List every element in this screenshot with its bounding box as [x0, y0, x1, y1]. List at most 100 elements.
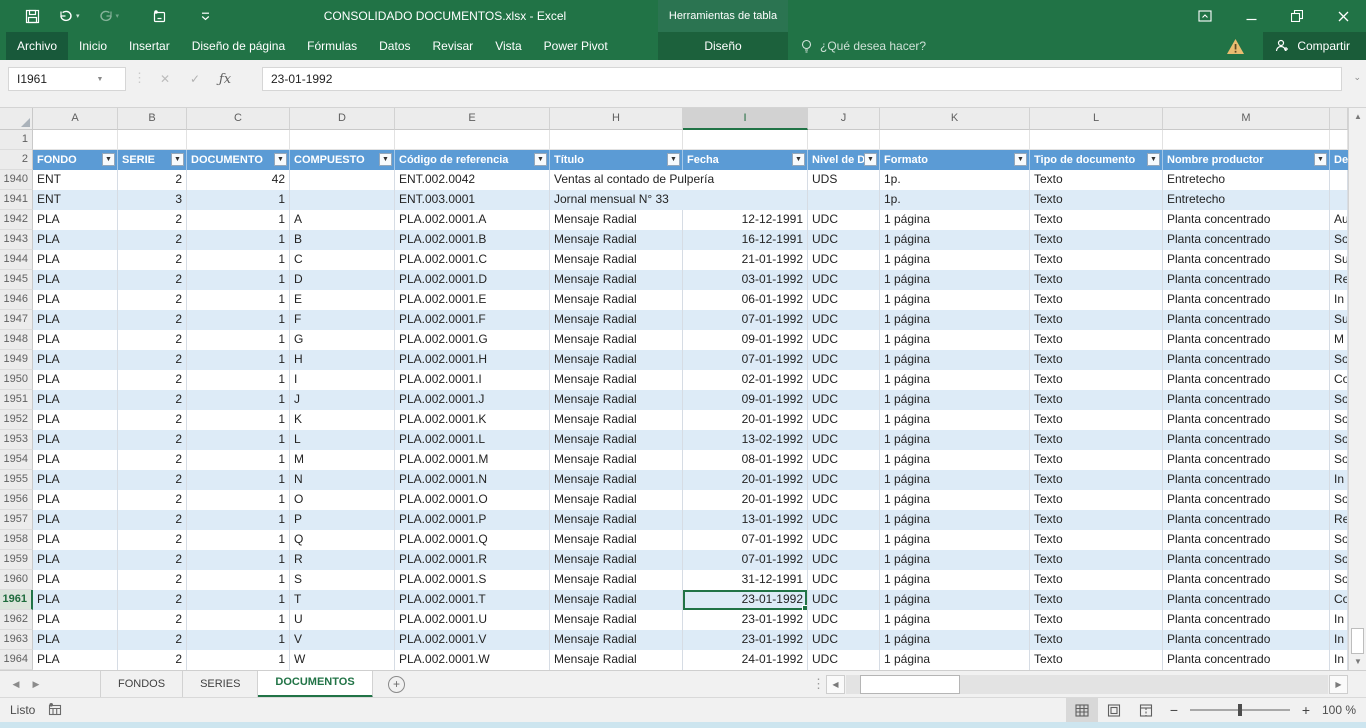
cell[interactable]: 16-12-1991: [683, 230, 808, 250]
cell[interactable]: 2: [118, 410, 187, 430]
row-header[interactable]: 1951: [0, 390, 33, 410]
cell[interactable]: Mensaje Radial: [550, 270, 683, 290]
cell[interactable]: Mensaje Radial: [550, 250, 683, 270]
scrollbar-resize-handle[interactable]: ⋮: [812, 676, 825, 692]
cell[interactable]: 1: [187, 550, 290, 570]
cell[interactable]: 1: [187, 370, 290, 390]
cell[interactable]: 1: [187, 450, 290, 470]
table-header-cell[interactable]: Fecha▼: [683, 150, 808, 170]
cell[interactable]: 1: [187, 390, 290, 410]
cell[interactable]: PLA: [33, 470, 118, 490]
row-header[interactable]: 1961: [0, 590, 33, 610]
cell[interactable]: UDC: [808, 570, 880, 590]
cell[interactable]: 1 página: [880, 550, 1030, 570]
cell[interactable]: PLA.002.0001.M: [395, 450, 550, 470]
row-header[interactable]: 1943: [0, 230, 33, 250]
zoom-in-icon[interactable]: +: [1294, 702, 1318, 718]
cell[interactable]: 1 página: [880, 610, 1030, 630]
filter-icon[interactable]: ▼: [102, 153, 115, 166]
cell[interactable]: M: [1330, 330, 1348, 350]
ribbon-tab-power-pivot[interactable]: Power Pivot: [533, 32, 619, 60]
cell[interactable]: PLA: [33, 250, 118, 270]
row-header[interactable]: 1952: [0, 410, 33, 430]
row-header[interactable]: 1960: [0, 570, 33, 590]
cell[interactable]: 2: [118, 310, 187, 330]
cell[interactable]: So: [1330, 490, 1348, 510]
cell[interactable]: 1: [187, 350, 290, 370]
cell[interactable]: 1: [187, 410, 290, 430]
row-header[interactable]: 1940: [0, 170, 33, 190]
cell[interactable]: UDC: [808, 550, 880, 570]
cell[interactable]: Texto: [1030, 590, 1163, 610]
cell[interactable]: PLA.002.0001.P: [395, 510, 550, 530]
row-header[interactable]: 1946: [0, 290, 33, 310]
row-header[interactable]: 1962: [0, 610, 33, 630]
cell[interactable]: PLA: [33, 410, 118, 430]
cell[interactable]: [1330, 190, 1348, 210]
column-header-N[interactable]: [1330, 108, 1348, 130]
cell[interactable]: Mensaje Radial: [550, 390, 683, 410]
row-header[interactable]: 1942: [0, 210, 33, 230]
cell[interactable]: Planta concentrado: [1163, 250, 1330, 270]
cell[interactable]: R: [290, 550, 395, 570]
cell[interactable]: So: [1330, 230, 1348, 250]
row-header[interactable]: 1955: [0, 470, 33, 490]
cell[interactable]: PLA: [33, 290, 118, 310]
cell[interactable]: PLA: [33, 630, 118, 650]
cell[interactable]: Planta concentrado: [1163, 270, 1330, 290]
cell[interactable]: J: [290, 390, 395, 410]
cell[interactable]: 1 página: [880, 270, 1030, 290]
cell[interactable]: UDC: [808, 470, 880, 490]
cell[interactable]: Planta concentrado: [1163, 390, 1330, 410]
sheet-nav-right-icon[interactable]: ▶: [26, 671, 46, 698]
cell[interactable]: 1 página: [880, 210, 1030, 230]
cell[interactable]: 24-01-1992: [683, 650, 808, 670]
cell[interactable]: Texto: [1030, 230, 1163, 250]
cell[interactable]: 1 página: [880, 530, 1030, 550]
cell[interactable]: Planta concentrado: [1163, 610, 1330, 630]
cell[interactable]: Texto: [1030, 290, 1163, 310]
cell[interactable]: UDC: [808, 290, 880, 310]
cell[interactable]: 1 página: [880, 570, 1030, 590]
select-all-corner[interactable]: [0, 108, 33, 130]
cell[interactable]: Texto: [1030, 410, 1163, 430]
cell[interactable]: Co: [1330, 590, 1348, 610]
cell[interactable]: PLA.002.0001.O: [395, 490, 550, 510]
cell[interactable]: PLA: [33, 210, 118, 230]
cell[interactable]: 1: [187, 470, 290, 490]
cell[interactable]: 1: [187, 590, 290, 610]
cell[interactable]: [808, 190, 880, 210]
cell[interactable]: 2: [118, 570, 187, 590]
cell[interactable]: Texto: [1030, 250, 1163, 270]
filter-icon[interactable]: ▼: [1314, 153, 1327, 166]
cell[interactable]: 1: [187, 570, 290, 590]
cell[interactable]: PLA: [33, 230, 118, 250]
ribbon-tab-inicio[interactable]: Inicio: [68, 32, 118, 60]
cell[interactable]: Planta concentrado: [1163, 510, 1330, 530]
cell[interactable]: M: [290, 450, 395, 470]
cell[interactable]: UDC: [808, 530, 880, 550]
vertical-scroll-thumb[interactable]: [1351, 628, 1364, 654]
cell[interactable]: L: [290, 430, 395, 450]
row-header[interactable]: 1948: [0, 330, 33, 350]
selected-cell[interactable]: 23-01-1992: [683, 590, 808, 610]
horizontal-scroll-thumb[interactable]: [860, 675, 960, 694]
sheet-tab-series[interactable]: SERIES: [183, 671, 258, 698]
cell[interactable]: Entretecho: [1163, 170, 1330, 190]
cell[interactable]: Texto: [1030, 650, 1163, 670]
cell[interactable]: UDC: [808, 410, 880, 430]
name-box-dropdown-icon[interactable]: ▼: [67, 76, 125, 83]
cell[interactable]: In: [1330, 650, 1348, 670]
cell[interactable]: UDC: [808, 210, 880, 230]
cell[interactable]: Mensaje Radial: [550, 430, 683, 450]
cell[interactable]: PLA.002.0001.B: [395, 230, 550, 250]
name-box[interactable]: I1961 ▼: [8, 67, 126, 91]
filter-icon[interactable]: ▼: [1014, 153, 1027, 166]
cell[interactable]: ENT: [33, 170, 118, 190]
sheet-tab-documentos[interactable]: DOCUMENTOS: [258, 671, 372, 698]
cell[interactable]: 1 página: [880, 510, 1030, 530]
cell[interactable]: PLA.002.0001.D: [395, 270, 550, 290]
filter-icon[interactable]: ▼: [534, 153, 547, 166]
cell[interactable]: A: [290, 210, 395, 230]
cell[interactable]: 1p.: [880, 170, 1030, 190]
